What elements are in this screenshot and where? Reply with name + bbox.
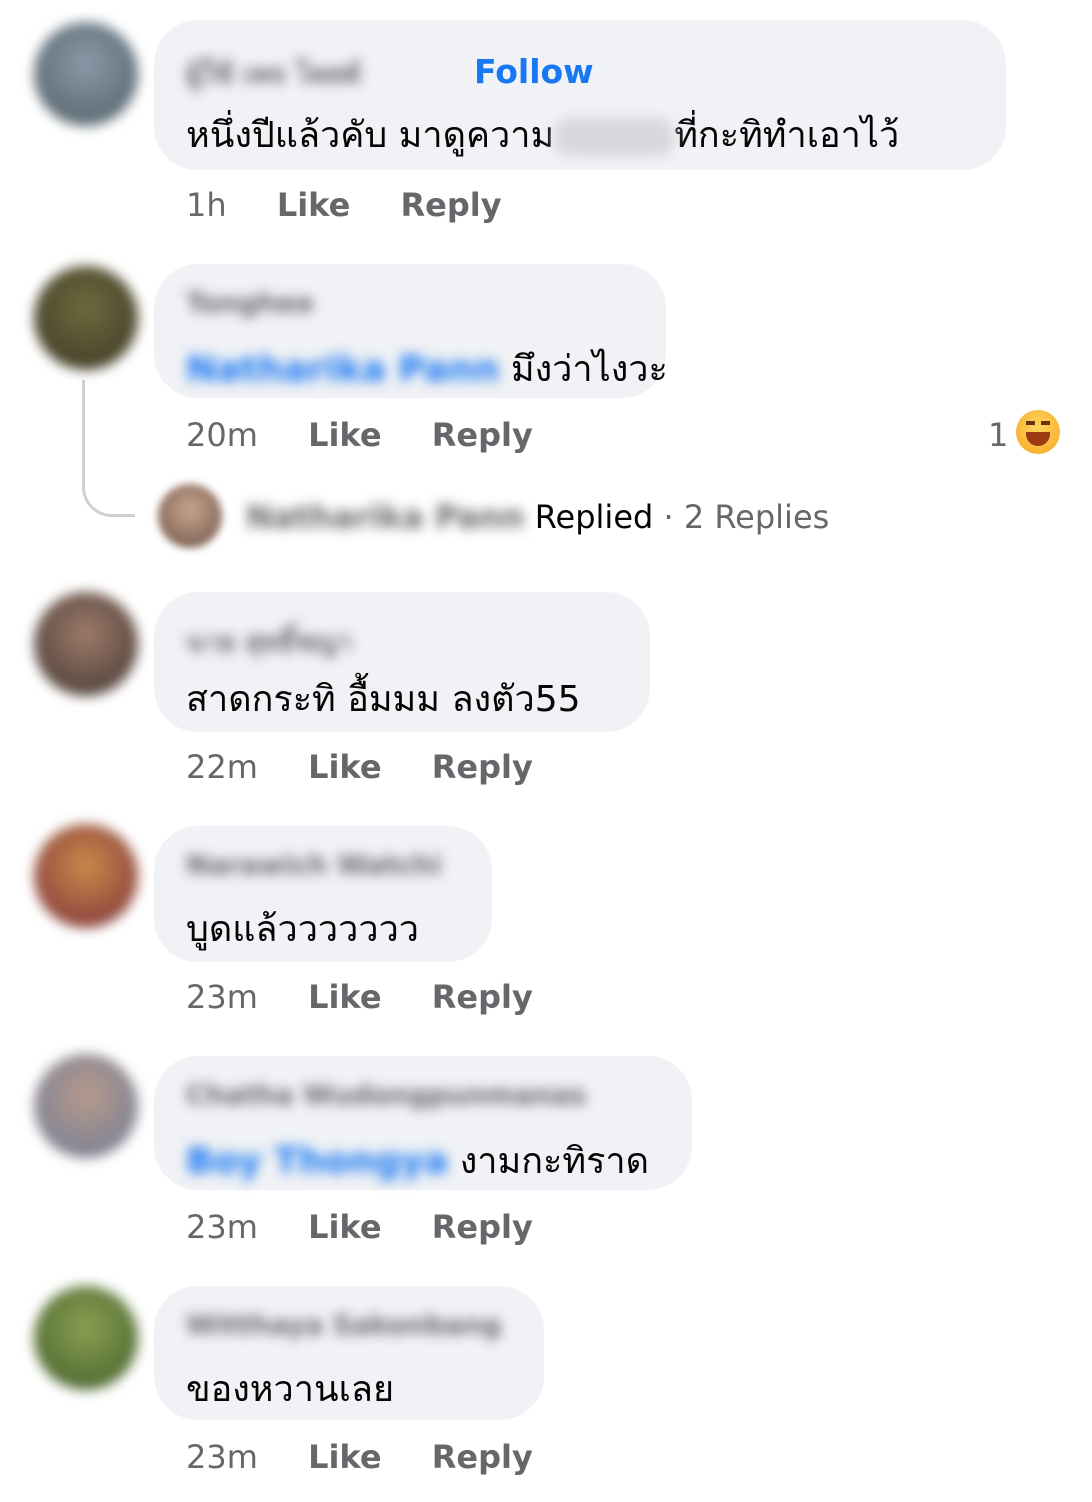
mention-link[interactable]: Boy Thongya	[186, 1141, 448, 1182]
like-button[interactable]: Like	[308, 978, 381, 1016]
avatar[interactable]	[34, 22, 138, 126]
commenter-name[interactable]: Witthaya Sakonbang	[186, 1310, 501, 1341]
comment-time: 20m	[186, 416, 258, 454]
comment-time: 23m	[186, 1208, 258, 1246]
follow-button[interactable]: Follow	[474, 52, 594, 91]
comment-text: บูดแล้ววววววว	[186, 909, 419, 950]
reply-button[interactable]: Reply	[432, 1438, 533, 1476]
avatar[interactable]	[34, 1286, 138, 1390]
reply-button[interactable]: Reply	[400, 186, 501, 224]
emoji-eye	[1026, 421, 1035, 425]
comment-text: สาดกระทิ อื้มมม ลงตัว55	[186, 679, 581, 720]
avatar[interactable]	[34, 592, 138, 696]
reply-button[interactable]: Reply	[432, 978, 533, 1016]
comment-text: ของหวานเลย	[186, 1369, 395, 1410]
comment-text: Boy Thongya งามกะทิราด	[186, 1132, 649, 1189]
reaction-count[interactable]: 1	[988, 416, 1008, 454]
replies-link[interactable]: Natharika Pann Replied · 2 Replies	[246, 498, 829, 536]
reply-button[interactable]: Reply	[432, 748, 533, 786]
commenter-name[interactable]: Chatha Wudongpunmanas	[186, 1080, 586, 1111]
replies-count[interactable]: · 2 Replies	[663, 498, 829, 536]
comment-meta: 23m Like Reply	[186, 1208, 533, 1246]
reply-button[interactable]: Reply	[432, 416, 533, 454]
avatar[interactable]	[34, 1054, 138, 1158]
reply-avatar[interactable]	[158, 484, 222, 548]
like-button[interactable]: Like	[308, 1438, 381, 1476]
replied-name[interactable]: Natharika Pann	[246, 498, 525, 536]
comment-meta: 22m Like Reply	[186, 748, 533, 786]
avatar[interactable]	[34, 266, 138, 370]
comment-time: 23m	[186, 978, 258, 1016]
mention-link[interactable]: Natharika Pann	[186, 349, 499, 390]
reply-button[interactable]: Reply	[432, 1208, 533, 1246]
avatar[interactable]	[34, 824, 138, 928]
comment-meta: 23m Like Reply	[186, 1438, 533, 1476]
replied-label[interactable]: Replied	[535, 498, 654, 536]
comment-meta: 23m Like Reply	[186, 978, 533, 1016]
comment-time: 22m	[186, 748, 258, 786]
laughing-emoji-icon[interactable]	[1016, 410, 1060, 454]
comment-time: 23m	[186, 1438, 258, 1476]
comment-meta: 1h Like Reply	[186, 186, 502, 224]
comment-text: หนึ่งปีแล้วคับ มาดูความ ที่กะทิทำเอาไว้	[186, 106, 899, 163]
commenter-name[interactable]: ผู้ใช้ เพจ โพสต์	[186, 52, 361, 95]
commenter-name[interactable]: Tonghee	[186, 288, 314, 319]
like-button[interactable]: Like	[277, 186, 350, 224]
comment-text: Natharika Pann มึงว่าไงวะ	[186, 340, 668, 397]
thread-connector	[82, 380, 135, 517]
like-button[interactable]: Like	[308, 1208, 381, 1246]
like-button[interactable]: Like	[308, 416, 381, 454]
comment-time: 1h	[186, 186, 227, 224]
comment-text-part: มึงว่าไงวะ	[510, 349, 668, 390]
commenter-name[interactable]: นาย สุทธิ์ชญา	[186, 620, 352, 663]
comment-text-part: หนึ่งปีแล้วคับ มาดูความ	[186, 115, 555, 156]
like-button[interactable]: Like	[308, 748, 381, 786]
commenter-name[interactable]: Narawich Watchi	[186, 850, 442, 881]
comment-meta: 20m Like Reply	[186, 416, 533, 454]
comment-text-part: งามกะทิราด	[459, 1141, 650, 1182]
redacted-word	[554, 118, 675, 156]
comment-text-part: ที่กะทิทำเอาไว้	[674, 115, 900, 156]
emoji-eye	[1041, 421, 1050, 425]
